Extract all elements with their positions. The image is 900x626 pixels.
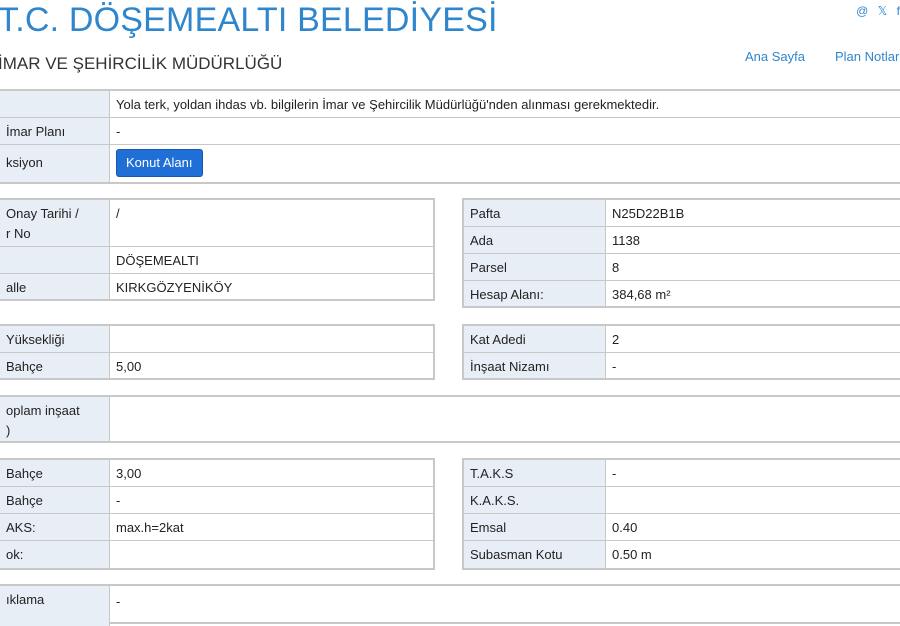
table-row: Subasman Kotu 0.50 m	[464, 541, 900, 568]
notice-label	[0, 91, 110, 117]
table-row: Bahçe 3,00	[0, 460, 433, 487]
table-row: Bahçe -	[0, 487, 433, 514]
approval-label: Onay Tarihi / r No	[0, 200, 110, 246]
mahalle-label: alle	[0, 274, 110, 299]
table-row: AKS: max.h=2kat	[0, 514, 433, 541]
table-row: ksiyon Konut Alanı	[0, 145, 900, 182]
table-row: oplam inşaat )	[0, 397, 900, 441]
table-row: Kat Adedi 2	[464, 326, 900, 353]
table-row: Parsel 8	[464, 254, 900, 281]
table-row: Pafta N25D22B1B	[464, 200, 900, 227]
setbacks-table: Bahçe 3,00 Bahçe - AKS: max.h=2kat ok:	[0, 458, 435, 570]
location-table: Onay Tarihi / r No / DÖŞEMEALTI alle KIR…	[0, 198, 435, 301]
height-table: Yüksekliği Bahçe 5,00	[0, 324, 435, 380]
social-links: @ 𝕏 f	[850, 4, 900, 18]
table-row: Yüksekliği	[0, 326, 433, 353]
twitter-icon[interactable]: 𝕏	[878, 4, 888, 18]
table-row: ıklama -	[0, 586, 900, 626]
parcel-table: Pafta N25D22B1B Ada 1138 Parsel 8 Hesap …	[462, 198, 900, 308]
floors-table: Kat Adedi 2 İnşaat Nizamı -	[462, 324, 900, 380]
table-row: Yola terk, yoldan ihdas vb. bilgilerin İ…	[0, 91, 900, 118]
page-title: T.C. DÖŞEMEALTI BELEDİYESİ	[0, 1, 498, 39]
total-construction-table: oplam inşaat )	[0, 395, 900, 443]
function-button[interactable]: Konut Alanı	[116, 149, 203, 177]
mahalle-value: KIRKGÖZYENİKÖY	[116, 280, 233, 295]
table-row: K.A.K.S.	[464, 487, 900, 514]
table-row: Emsal 0.40	[464, 514, 900, 541]
description-table: ıklama -	[0, 584, 900, 626]
table-row: Ada 1138	[464, 227, 900, 254]
ratios-table: T.A.K.S - K.A.K.S. Emsal 0.40 Subasman K…	[462, 458, 900, 570]
page-subtitle: İMAR VE ŞEHİRCİLİK MÜDÜRLÜĞÜ	[0, 54, 283, 73]
approval-value: /	[116, 206, 120, 221]
table-row: Bahçe 5,00	[0, 353, 433, 378]
nav-link-home[interactable]: Ana Sayfa	[745, 49, 805, 64]
table-row: Onay Tarihi / r No /	[0, 200, 433, 247]
notice-text: Yola terk, yoldan ihdas vb. bilgilerin İ…	[116, 97, 660, 112]
plan-info-table: Yola terk, yoldan ihdas vb. bilgilerin İ…	[0, 89, 900, 184]
function-label: ksiyon	[0, 145, 110, 182]
email-icon[interactable]: @	[856, 4, 868, 18]
nav-link-plan-notes[interactable]: Plan Notları	[835, 49, 900, 64]
table-row: Hesap Alanı: 384,68 m²	[464, 281, 900, 306]
district-value: DÖŞEMEALTI	[116, 253, 199, 268]
district-label	[0, 247, 110, 273]
table-row: İnşaat Nizamı -	[464, 353, 900, 378]
plan-value: -	[116, 124, 121, 139]
table-row: T.A.K.S -	[464, 460, 900, 487]
facebook-icon[interactable]: f	[897, 4, 900, 18]
table-row: DÖŞEMEALTI	[0, 247, 433, 274]
plan-label: İmar Planı	[0, 118, 110, 144]
table-row: ok:	[0, 541, 433, 568]
table-row: alle KIRKGÖZYENİKÖY	[0, 274, 433, 299]
table-row: İmar Planı -	[0, 118, 900, 145]
